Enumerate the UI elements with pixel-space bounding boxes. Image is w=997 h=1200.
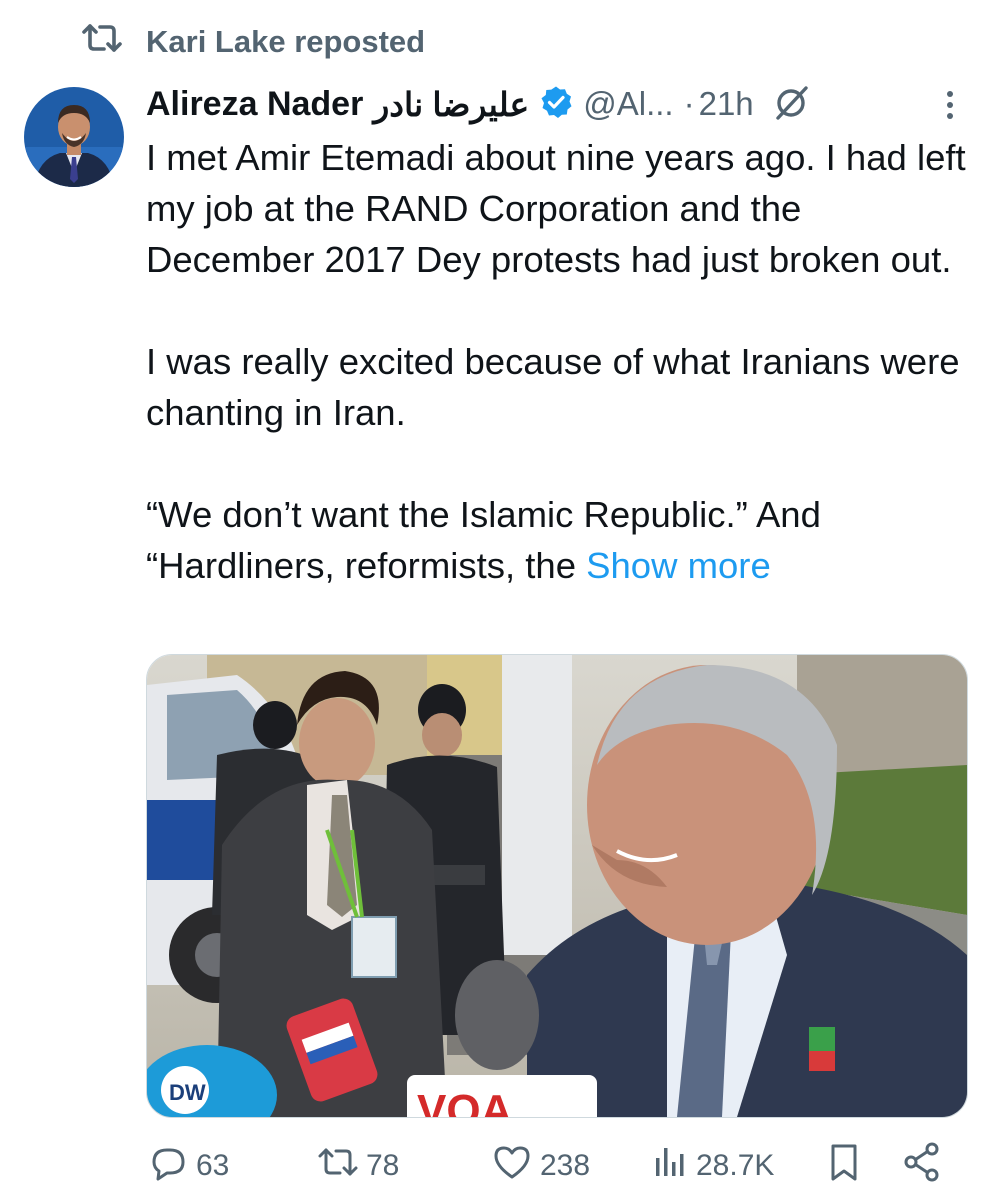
- author-handle[interactable]: @Al...: [583, 85, 673, 123]
- share-button[interactable]: [900, 1138, 944, 1194]
- views-count: 28.7K: [696, 1149, 775, 1182]
- reply-button[interactable]: 63: [146, 1138, 229, 1194]
- grok-icon[interactable]: [754, 82, 812, 127]
- show-more-link[interactable]: Show more: [586, 545, 771, 586]
- svg-text:VOA: VOA: [417, 1086, 512, 1117]
- repost-button[interactable]: 78: [316, 1138, 399, 1194]
- tweet-text: I met Amir Etemadi about nine years ago.…: [146, 132, 966, 591]
- author-name-fa[interactable]: علیرضا نادر: [373, 85, 529, 124]
- tweet-header: Alireza Nader علیرضا نادر @Al... · 21h: [146, 78, 957, 130]
- like-count: 238: [540, 1149, 591, 1182]
- bookmark-button[interactable]: [822, 1138, 866, 1194]
- repost-indicator[interactable]: Kari Lake reposted: [80, 20, 425, 64]
- repost-icon: [316, 1140, 360, 1192]
- verified-badge-icon[interactable]: [529, 85, 573, 124]
- share-icon: [900, 1140, 944, 1192]
- repost-label: Kari Lake reposted: [146, 24, 426, 59]
- reply-count: 63: [196, 1149, 230, 1182]
- tweet-actions: 63 78 238 28.7K: [146, 1138, 966, 1194]
- more-options-icon[interactable]: [943, 88, 957, 122]
- views-button[interactable]: 28.7K: [646, 1138, 774, 1194]
- reply-icon: [146, 1140, 190, 1192]
- like-button[interactable]: 238: [490, 1138, 590, 1194]
- author-name[interactable]: Alireza Nader: [146, 85, 363, 124]
- avatar[interactable]: [24, 87, 124, 187]
- tweet-body: I met Amir Etemadi about nine years ago.…: [146, 137, 966, 586]
- repost-icon: [80, 21, 124, 63]
- header-separator: ·: [683, 85, 695, 122]
- tweet-media-video[interactable]: VOA DW: [146, 654, 968, 1118]
- tweet-timestamp[interactable]: 21h: [699, 85, 754, 123]
- repost-count: 78: [366, 1149, 400, 1182]
- heart-icon: [490, 1140, 534, 1192]
- bookmark-icon: [822, 1140, 866, 1192]
- svg-text:DW: DW: [169, 1080, 206, 1105]
- views-chart-icon: [646, 1140, 690, 1192]
